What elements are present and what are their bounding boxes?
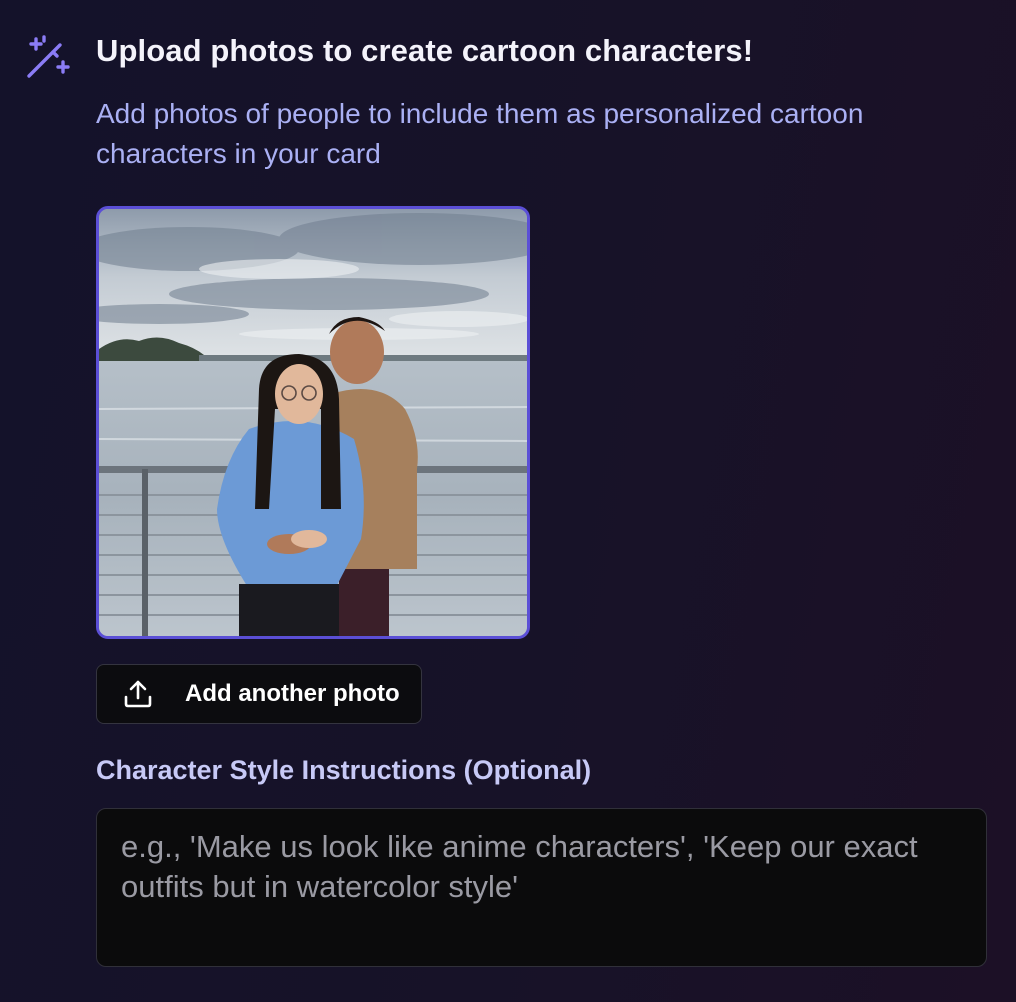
upload-icon (121, 677, 155, 711)
page-subtitle: Add photos of people to include them as … (96, 98, 864, 169)
uploaded-photo[interactable] (96, 206, 530, 639)
page-title: Upload photos to create cartoon characte… (96, 33, 754, 68)
style-instructions-input[interactable] (96, 808, 987, 967)
magic-wand-icon (24, 35, 70, 81)
add-another-photo-label: Add another photo (185, 680, 400, 707)
add-another-photo-button[interactable]: Add another photo (96, 664, 422, 724)
style-instructions-label: Character Style Instructions (Optional) (96, 755, 592, 785)
